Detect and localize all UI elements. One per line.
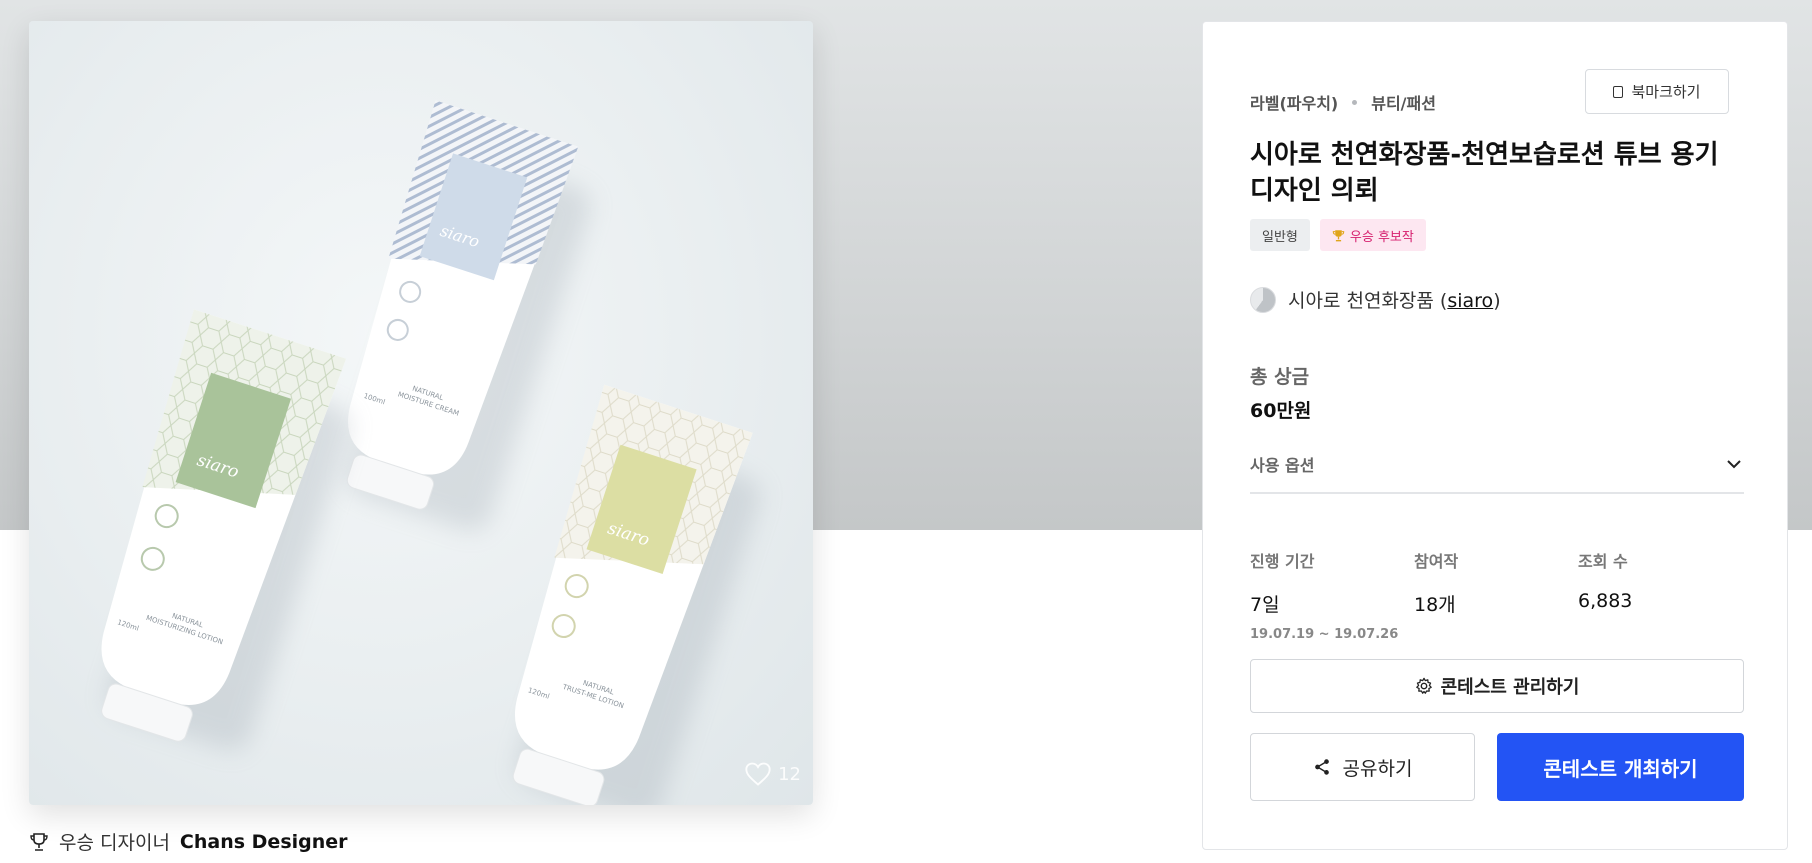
share-button[interactable]: 공유하기	[1250, 733, 1475, 801]
bookmark-button[interactable]: 북마크하기	[1585, 69, 1729, 114]
chevron-down-icon	[1727, 460, 1741, 469]
host-handle-link[interactable]: siaro	[1447, 290, 1493, 312]
winner-candidate-label: 우승 후보작	[1349, 229, 1414, 245]
stat-period: 진행 기간 7일 19.07.19 ~ 19.07.26	[1250, 548, 1414, 642]
category-primary[interactable]: 라벨(파우치)	[1250, 90, 1338, 114]
contest-info-panel: 라벨(파우치) 뷰티/패션 북마크하기 시아로 천연화장품-천연보습로션 튜브 …	[1202, 21, 1788, 850]
breadcrumb-separator	[1352, 99, 1358, 105]
like-count: 12	[778, 763, 801, 785]
winning-design-image[interactable]: siaro NATURAL MOISTURE CREAM 100ml siaro…	[29, 21, 813, 805]
winner-candidate-badge: 우승 후보작	[1319, 219, 1426, 251]
stat-period-value: 7일	[1250, 594, 1280, 616]
gear-icon	[1415, 677, 1432, 694]
contest-title: 시아로 천연화장품-천연보습로션 튜브 용기 디자인 의뢰	[1250, 140, 1719, 206]
host-contest-button[interactable]: 콘테스트 개최하기	[1497, 733, 1744, 801]
share-icon	[1314, 759, 1329, 775]
share-label: 공유하기	[1342, 757, 1413, 780]
manage-contest-label: 콘테스트 관리하기	[1440, 677, 1580, 698]
stat-views: 조회 수 6,883	[1578, 548, 1742, 642]
bookmark-icon	[1613, 85, 1624, 98]
bookmark-label: 북마크하기	[1631, 83, 1701, 101]
stat-period-range: 19.07.19 ~ 19.07.26	[1250, 627, 1399, 642]
like-counter[interactable]: 12	[744, 761, 801, 787]
stat-entries: 참여작 18개	[1414, 548, 1578, 642]
host-avatar[interactable]	[1250, 286, 1276, 313]
trophy-icon	[30, 832, 48, 851]
stat-period-label: 진행 기간	[1250, 552, 1315, 571]
stat-entries-value: 18개	[1414, 594, 1456, 616]
options-label: 사용 옵션	[1250, 456, 1315, 475]
trophy-icon	[1332, 229, 1345, 241]
heart-icon	[745, 762, 771, 786]
contest-stats: 진행 기간 7일 19.07.19 ~ 19.07.26 참여작 18개 조회 …	[1250, 548, 1744, 642]
divider	[1250, 492, 1744, 494]
host-name: 시아로 천연화장품 (	[1288, 290, 1448, 312]
contest-badges: 일반형 우승 후보작	[1250, 219, 1426, 251]
host-suffix: )	[1493, 290, 1501, 312]
winner-designer: 우승 디자이너 Chans Designer	[29, 828, 348, 855]
prize-value: 60만원	[1250, 400, 1312, 422]
stat-views-label: 조회 수	[1578, 552, 1628, 571]
winner-name[interactable]: Chans Designer	[180, 831, 348, 853]
winner-prefix: 우승 디자이너	[59, 832, 170, 854]
contest-host: 시아로 천연화장품 (siaro)	[1250, 286, 1501, 313]
options-dropdown[interactable]: 사용 옵션	[1250, 446, 1744, 482]
stat-views-value: 6,883	[1578, 590, 1633, 612]
breadcrumb: 라벨(파우치) 뷰티/패션	[1250, 90, 1436, 114]
category-secondary[interactable]: 뷰티/패션	[1371, 90, 1436, 114]
contest-type-badge: 일반형	[1250, 219, 1310, 251]
stat-entries-label: 참여작	[1414, 552, 1459, 571]
prize-label: 총 상금	[1250, 366, 1310, 388]
manage-contest-button[interactable]: 콘테스트 관리하기	[1250, 659, 1744, 713]
product-tubes-illustration: siaro NATURAL MOISTURE CREAM 100ml siaro…	[101, 100, 761, 805]
